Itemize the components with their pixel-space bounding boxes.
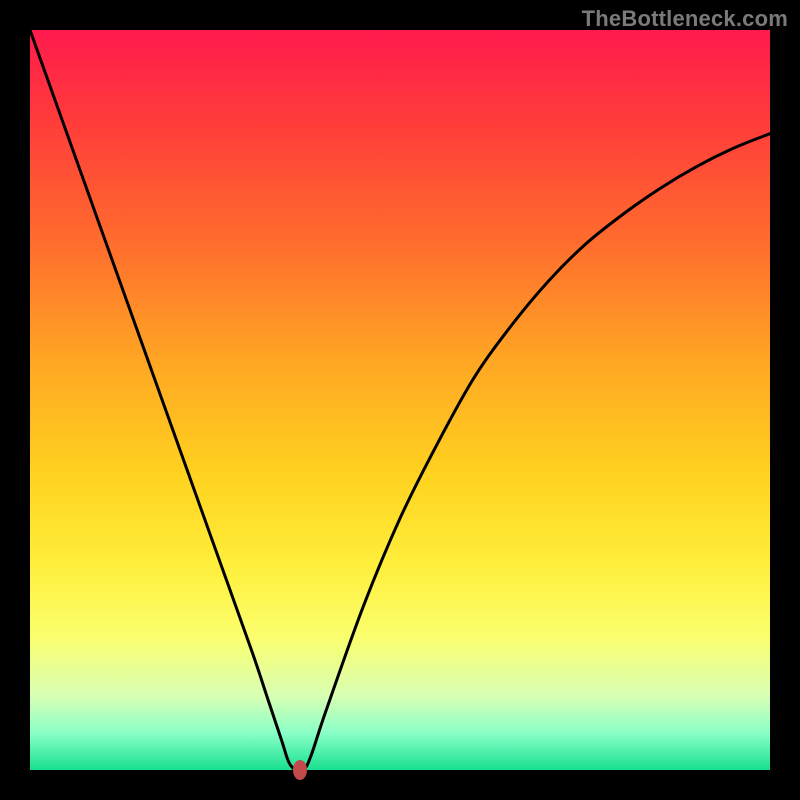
watermark-text: TheBottleneck.com (582, 6, 788, 32)
optimal-point-marker (293, 760, 307, 780)
curve-svg (30, 30, 770, 770)
plot-area (30, 30, 770, 770)
chart-frame: TheBottleneck.com (0, 0, 800, 800)
bottleneck-curve-path (30, 30, 770, 770)
